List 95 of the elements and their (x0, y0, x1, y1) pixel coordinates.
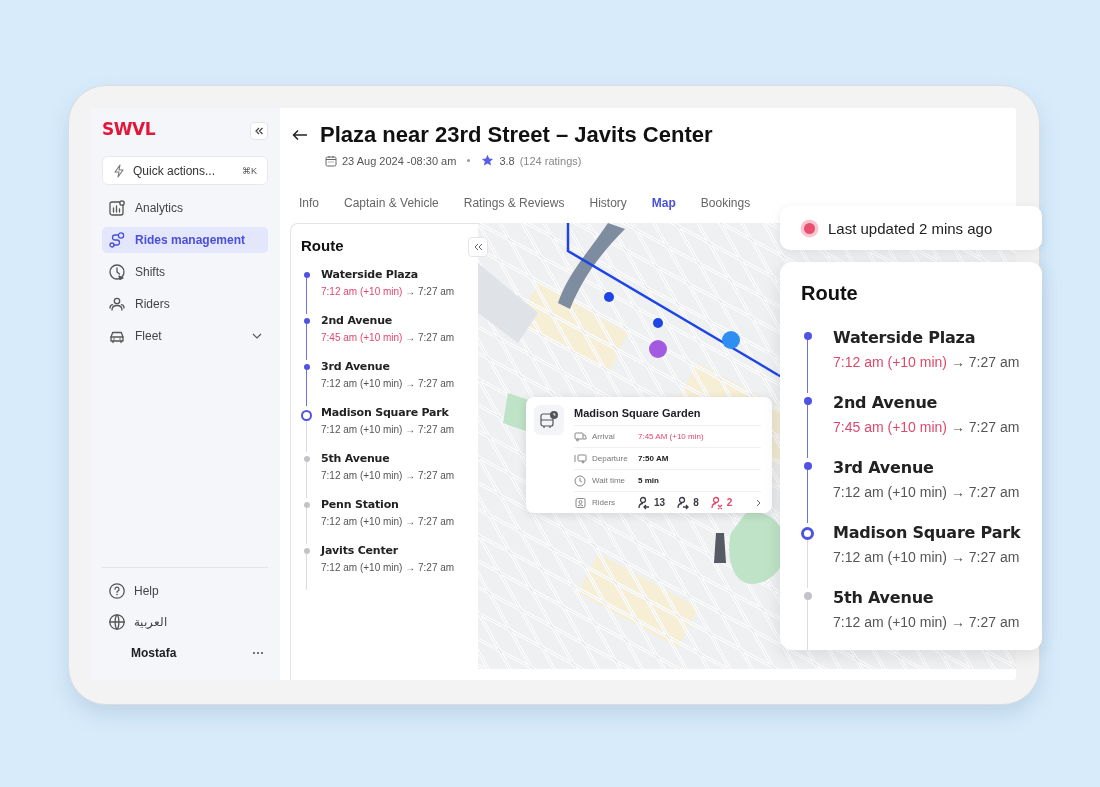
detail-value: 7:45 AM (+10 min) (638, 432, 704, 441)
scheduled-time: 7:12 am (+10 min) (833, 614, 947, 630)
collapse-button[interactable] (250, 122, 268, 140)
scheduled-time: 7:45 am (+10 min) (833, 419, 947, 435)
route-title: Route (301, 237, 345, 254)
more-icon[interactable] (252, 651, 264, 655)
rating-count: (124 ratings) (519, 154, 582, 167)
detail-label: Arrival (592, 432, 615, 441)
lightning-icon (113, 163, 125, 178)
stop-name: 3rd Avenue (321, 360, 391, 373)
tab[interactable]: Map (651, 192, 676, 214)
person-in-icon (638, 495, 651, 510)
stop-name: Javits Center (321, 544, 399, 557)
ride-date: 23 Aug 2024 -08:30 am (342, 154, 457, 167)
arrival-time: → 7:27 am (950, 549, 1020, 565)
bus-clock-icon (539, 410, 559, 430)
stop-name: 3rd Avenue (833, 458, 935, 477)
star-icon (481, 154, 495, 167)
status-dot-icon (804, 222, 815, 234)
people-icon (108, 295, 126, 313)
stop-name: Madison Square Park (321, 406, 450, 419)
rider-count: 8 (693, 497, 699, 508)
clock-icon (108, 263, 126, 281)
stop-name: 2nd Avenue (833, 393, 939, 412)
calendar-icon (325, 154, 337, 167)
clock-icon (574, 474, 587, 487)
nav-item[interactable]: Rides management (102, 227, 268, 253)
rating-value: 3.8 (499, 154, 515, 167)
rider-count: 2 (726, 497, 733, 508)
arrival-time: → 7:27 am (950, 419, 1020, 435)
scheduled-time: 7:12 am (+10 min) (321, 562, 403, 573)
person-out-icon (677, 495, 691, 510)
scheduled-time: 7:12 am (+10 min) (321, 424, 403, 435)
arrival-time: → 7:27 am (405, 470, 455, 481)
arrival-time: → 7:27 am (950, 614, 1020, 630)
arrival-time: → 7:27 am (405, 286, 455, 297)
scheduled-time: 7:12 am (+10 min) (833, 484, 947, 500)
logo: SWVL (102, 119, 155, 139)
route-icon (108, 231, 126, 249)
chart-icon (108, 199, 126, 217)
stop-name: Waterside Plaza (833, 328, 977, 347)
detail-value: 5 min (638, 476, 659, 485)
nav-item[interactable]: Fleet (102, 323, 268, 349)
rider-count: 13 (654, 497, 666, 508)
user-name: Mostafa (131, 646, 177, 660)
popup-title: Madison Square Garden (574, 405, 762, 426)
stop-name: 5th Avenue (321, 452, 391, 465)
arrival-time: → 7:27 am (405, 424, 455, 435)
help-icon (108, 582, 126, 600)
quick-actions-label: Quick actions... (133, 163, 217, 178)
detail-label: Wait time (592, 476, 626, 485)
chevron-right-icon (756, 498, 762, 507)
globe-icon (108, 613, 126, 631)
tab[interactable]: Ratings & Reviews (463, 192, 565, 214)
menu-item[interactable]: Help (102, 580, 268, 602)
scheduled-time: 7:12 am (+10 min) (321, 470, 403, 481)
scheduled-time: 7:45 am (+10 min) (321, 332, 403, 343)
stop-name: Madison Square Park (833, 523, 1021, 542)
last-updated-text: Last updated 2 mins ago (828, 219, 993, 237)
person-cross-icon (710, 495, 724, 510)
tab[interactable]: Info (299, 192, 319, 214)
double-chevron-left-icon (473, 243, 483, 251)
arrival-time: → 7:27 am (405, 332, 455, 343)
arrival-time: → 7:27 am (950, 354, 1020, 370)
quick-actions-field[interactable]: Quick actions... ⌘K (102, 156, 268, 185)
detail-label: Riders (592, 498, 616, 507)
arrival-time: → 7:27 am (405, 378, 455, 389)
arrival-time: → 7:27 am (950, 484, 1020, 500)
nav-item[interactable]: Analytics (102, 195, 268, 221)
stop-name: Penn Station (321, 498, 400, 511)
menu-item[interactable]: العربية (102, 611, 268, 633)
scheduled-time: 7:12 am (+10 min) (321, 516, 403, 527)
arrival-time: → 7:27 am (405, 516, 455, 527)
nav-item[interactable]: Riders (102, 291, 268, 317)
collapse-button[interactable] (468, 237, 488, 257)
tab[interactable]: Captain & Vehicle (344, 192, 439, 214)
scheduled-time: 7:12 am (+10 min) (833, 549, 947, 565)
tab[interactable]: Bookings (700, 192, 751, 214)
detail-label: Departure (592, 454, 628, 463)
scheduled-time: 7:12 am (+10 min) (321, 286, 403, 297)
route-title: Route (801, 282, 859, 305)
scheduled-time: 7:12 am (+10 min) (833, 354, 947, 370)
tab[interactable]: History (589, 192, 627, 214)
back-arrow-icon[interactable] (292, 129, 308, 141)
person-card-icon (574, 496, 587, 509)
stop-name: 5th Avenue (833, 588, 935, 607)
stop-name: Waterside Plaza (321, 268, 419, 281)
scheduled-time: 7:12 am (+10 min) (321, 378, 403, 389)
keyboard-shortcut: ⌘K (242, 165, 257, 176)
double-chevron-left-icon (254, 126, 264, 136)
stop-name: 2nd Avenue (321, 314, 394, 327)
page-title: Plaza near 23rd Street – Javits Center (320, 122, 713, 148)
nav-item[interactable]: Shifts (102, 259, 268, 285)
detail-value: 7:50 AM (638, 454, 669, 463)
arrival-time: → 7:27 am (405, 562, 455, 573)
